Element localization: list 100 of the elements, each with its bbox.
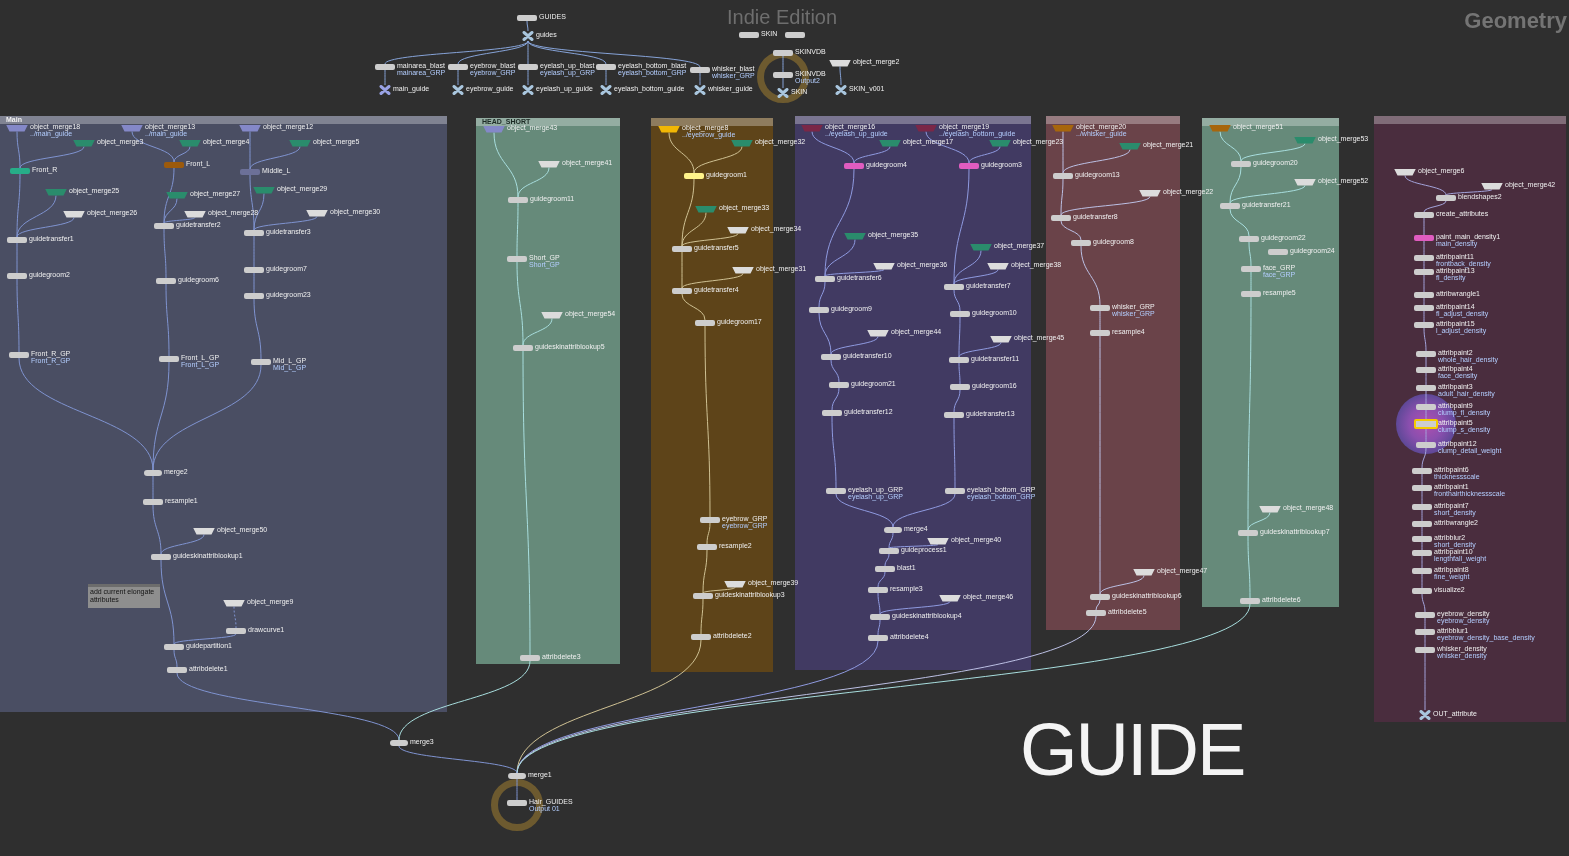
network-node[interactable] xyxy=(159,356,179,362)
network-node[interactable] xyxy=(945,488,965,494)
object-merge-node[interactable] xyxy=(915,124,937,132)
network-node[interactable] xyxy=(1086,610,1106,616)
object-merge-node[interactable] xyxy=(927,537,949,545)
object-merge-node[interactable] xyxy=(541,311,563,319)
network-node[interactable] xyxy=(868,635,888,641)
network-node[interactable] xyxy=(226,628,246,634)
null-node[interactable] xyxy=(835,85,847,95)
network-node[interactable] xyxy=(959,163,979,169)
network-node[interactable] xyxy=(944,412,964,418)
network-node[interactable] xyxy=(1416,442,1436,448)
network-node[interactable] xyxy=(167,667,187,673)
object-merge-node[interactable] xyxy=(1294,136,1316,144)
object-merge-node[interactable] xyxy=(801,124,823,132)
network-node[interactable] xyxy=(684,173,704,179)
network-node[interactable] xyxy=(773,50,793,56)
network-node[interactable] xyxy=(1414,419,1438,429)
network-node[interactable] xyxy=(693,593,713,599)
object-merge-node[interactable] xyxy=(658,125,680,133)
object-merge-node[interactable] xyxy=(239,124,261,132)
network-node[interactable] xyxy=(1053,173,1073,179)
object-merge-node[interactable] xyxy=(1294,178,1316,186)
network-node[interactable] xyxy=(691,634,711,640)
object-merge-node[interactable] xyxy=(990,335,1012,343)
object-merge-node[interactable] xyxy=(829,59,851,67)
network-node[interactable] xyxy=(879,548,899,554)
merge-node[interactable] xyxy=(144,470,162,476)
network-node[interactable] xyxy=(1231,161,1251,167)
null-node[interactable] xyxy=(600,85,612,95)
network-node[interactable] xyxy=(1412,536,1432,542)
network-node[interactable] xyxy=(1416,385,1436,391)
object-merge-node[interactable] xyxy=(939,594,961,602)
network-node[interactable] xyxy=(829,382,849,388)
network-node[interactable] xyxy=(1415,647,1435,653)
object-merge-node[interactable] xyxy=(538,160,560,168)
network-node[interactable] xyxy=(690,67,710,73)
network-node[interactable] xyxy=(240,169,260,175)
network-node[interactable] xyxy=(448,64,468,70)
network-node[interactable] xyxy=(1412,504,1432,510)
null-node[interactable] xyxy=(1419,710,1431,720)
object-merge-node[interactable] xyxy=(1481,182,1503,190)
object-merge-node[interactable] xyxy=(223,599,245,607)
object-merge-node[interactable] xyxy=(1259,505,1281,513)
object-merge-node[interactable] xyxy=(166,191,188,199)
network-node[interactable] xyxy=(1416,367,1436,373)
null-node[interactable] xyxy=(777,88,789,98)
network-node[interactable] xyxy=(672,246,692,252)
network-node[interactable] xyxy=(9,352,29,358)
object-merge-node[interactable] xyxy=(289,139,311,147)
object-merge-node[interactable] xyxy=(1139,189,1161,197)
network-node[interactable] xyxy=(1412,568,1432,574)
network-node[interactable] xyxy=(7,237,27,243)
network-node[interactable] xyxy=(950,311,970,317)
network-node[interactable] xyxy=(1268,249,1288,255)
network-node[interactable] xyxy=(695,320,715,326)
object-merge-node[interactable] xyxy=(844,232,866,240)
object-merge-node[interactable] xyxy=(867,329,889,337)
network-node[interactable] xyxy=(143,499,163,505)
network-node[interactable] xyxy=(244,230,264,236)
object-merge-node[interactable] xyxy=(253,186,275,194)
network-node[interactable] xyxy=(1241,291,1261,297)
network-node[interactable] xyxy=(1414,269,1434,275)
object-merge-node[interactable] xyxy=(724,580,746,588)
object-merge-node[interactable] xyxy=(45,188,67,196)
object-merge-node[interactable] xyxy=(873,262,895,270)
network-node[interactable] xyxy=(815,276,835,282)
object-merge-node[interactable] xyxy=(63,210,85,218)
network-node[interactable] xyxy=(1412,550,1432,556)
network-node[interactable] xyxy=(520,655,540,661)
object-merge-node[interactable] xyxy=(695,205,717,213)
null-node[interactable] xyxy=(522,31,534,41)
network-node[interactable] xyxy=(1220,203,1240,209)
network-node[interactable] xyxy=(844,163,864,169)
object-merge-node[interactable] xyxy=(121,124,143,132)
network-node[interactable] xyxy=(1238,530,1258,536)
network-node[interactable] xyxy=(596,64,616,70)
network-node[interactable] xyxy=(944,284,964,290)
network-node[interactable] xyxy=(822,410,842,416)
network-node[interactable] xyxy=(870,614,890,620)
network-node[interactable] xyxy=(10,168,30,174)
object-merge-node[interactable] xyxy=(1133,568,1155,576)
network-node[interactable] xyxy=(868,587,888,593)
object-merge-node[interactable] xyxy=(727,226,749,234)
network-node[interactable] xyxy=(809,307,829,313)
object-merge-node[interactable] xyxy=(1209,124,1231,132)
network-node[interactable] xyxy=(739,32,759,38)
network-node[interactable] xyxy=(875,566,895,572)
null-node[interactable] xyxy=(452,85,464,95)
network-node[interactable] xyxy=(1090,305,1110,311)
object-merge-node[interactable] xyxy=(483,125,505,133)
network-node[interactable] xyxy=(1412,468,1432,474)
network-node[interactable] xyxy=(700,517,720,523)
network-node[interactable] xyxy=(1414,292,1434,298)
network-node[interactable] xyxy=(164,162,184,168)
network-node[interactable] xyxy=(785,32,805,38)
null-node[interactable] xyxy=(694,85,706,95)
network-node[interactable] xyxy=(518,64,538,70)
object-merge-node[interactable] xyxy=(306,209,328,217)
network-node[interactable] xyxy=(821,354,841,360)
